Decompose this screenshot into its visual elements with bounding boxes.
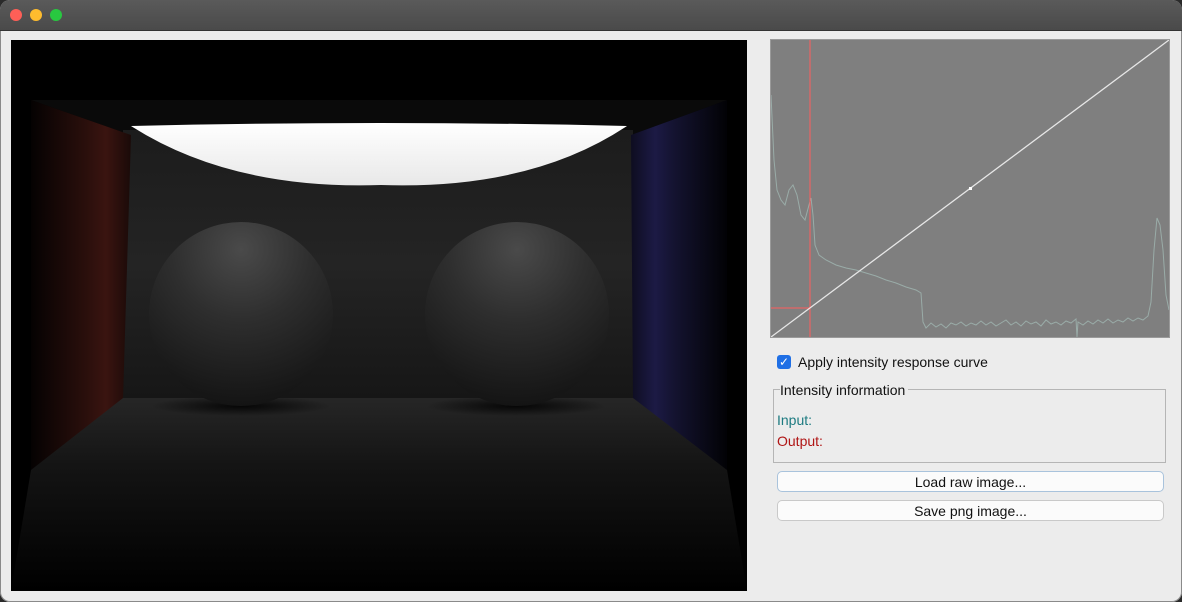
save-png-image-button[interactable]: Save png image... [777, 500, 1164, 521]
close-button[interactable] [10, 9, 22, 21]
app-window: ✓ Apply intensity response curve Intensi… [0, 0, 1182, 602]
load-raw-image-button[interactable]: Load raw image... [777, 471, 1164, 492]
zoom-button[interactable] [50, 9, 62, 21]
apply-curve-row[interactable]: ✓ Apply intensity response curve [777, 352, 988, 372]
rendered-image [11, 40, 747, 591]
input-label: Input: [777, 412, 813, 428]
intensity-info-title: Intensity information [780, 382, 909, 398]
apply-curve-checkbox[interactable]: ✓ [777, 355, 791, 369]
response-curve-panel[interactable] [770, 39, 1170, 338]
curve-control-point[interactable] [969, 187, 972, 190]
output-label: Output: [777, 433, 823, 449]
checkmark-icon: ✓ [778, 355, 790, 369]
minimize-button[interactable] [30, 9, 42, 21]
intensity-info-group [773, 389, 1166, 463]
apply-curve-label: Apply intensity response curve [798, 354, 988, 370]
histogram-plot [771, 94, 1169, 337]
title-bar[interactable] [0, 0, 1182, 31]
